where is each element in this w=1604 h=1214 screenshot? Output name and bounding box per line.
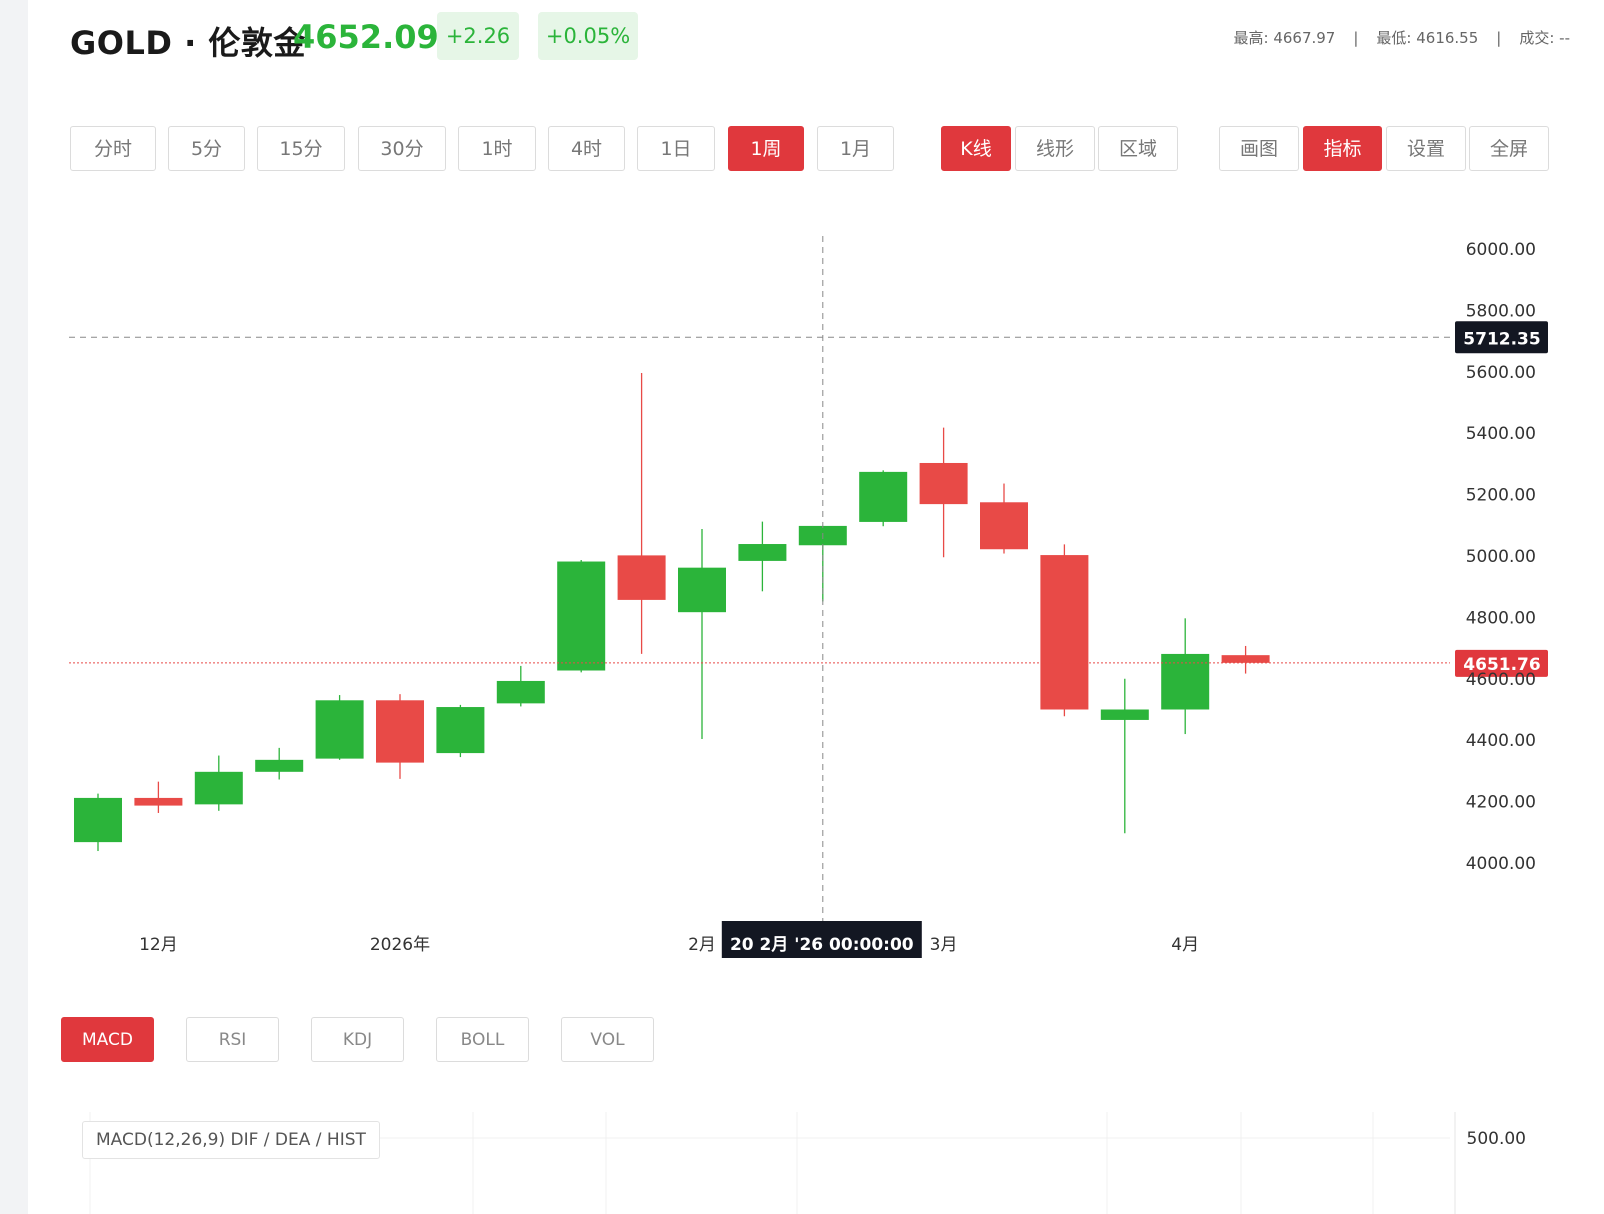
candle-down	[1221, 645, 1270, 674]
candle-body	[496, 680, 545, 704]
y-axis-tick-label: 5800.00	[1466, 301, 1536, 321]
candle-up	[74, 793, 122, 852]
candle-down	[617, 373, 666, 654]
candle-body	[1100, 709, 1149, 720]
candle-up	[436, 704, 485, 758]
candle-down	[376, 694, 424, 779]
crosshair-price-label: 5712.35	[1463, 329, 1540, 349]
y-axis-tick-label: 6000.00	[1466, 240, 1536, 260]
candle-body	[617, 555, 666, 600]
x-axis-tick-label: 2026年	[370, 935, 430, 955]
candle-body	[919, 462, 968, 505]
macd-axis-tick-label: 500.00	[1467, 1129, 1526, 1149]
candle-body	[255, 759, 304, 772]
y-axis-tick-label: 4000.00	[1466, 854, 1536, 874]
indicator-tab-macd[interactable]: MACD	[61, 1017, 154, 1062]
candle-body	[376, 700, 424, 763]
candle-down	[1040, 544, 1089, 717]
candle-up	[1161, 618, 1210, 735]
candle-body	[980, 502, 1028, 550]
y-axis-tick-label: 4400.00	[1466, 731, 1536, 751]
indicator-tab-vol[interactable]: VOL	[561, 1017, 654, 1062]
candle-up	[557, 559, 606, 673]
candles	[74, 373, 1270, 852]
x-axis-tick-label: 4月	[1171, 935, 1199, 955]
candle-body	[859, 471, 908, 522]
indicator-tab-kdj[interactable]: KDJ	[311, 1017, 404, 1062]
candle-body	[194, 771, 243, 805]
crosshair-time-label: 20 2月 '26 00:00:00	[730, 935, 914, 955]
candle-up	[738, 521, 787, 592]
candle-body	[678, 567, 726, 613]
x-axis-tick-label: 12月	[139, 935, 178, 955]
candle-body	[1040, 555, 1089, 710]
candle-up	[255, 747, 304, 780]
candle-up	[678, 528, 726, 739]
candle-body	[436, 707, 485, 754]
y-axis-tick-label: 5400.00	[1466, 424, 1536, 444]
candle-down	[134, 781, 183, 813]
candle-up	[315, 695, 364, 760]
y-axis-tick-label: 5000.00	[1466, 547, 1536, 567]
candle-up	[496, 665, 545, 707]
macd-legend: MACD(12,26,9) DIF / DEA / HIST	[82, 1121, 380, 1159]
candle-up	[859, 470, 908, 527]
y-axis-tick-label: 5200.00	[1466, 486, 1536, 506]
x-axis-tick-label: 2月	[688, 935, 716, 955]
candle-down	[980, 483, 1028, 554]
y-axis-tick-label: 4800.00	[1466, 608, 1536, 628]
candle-body	[74, 797, 122, 843]
candle-body	[134, 797, 183, 806]
x-axis-tick-label: 3月	[930, 935, 958, 955]
chart-overlays: 4651.765712.3520 2月 '26 00:00:00	[69, 236, 1548, 958]
candle-up	[1100, 678, 1149, 834]
indicator-tab-rsi[interactable]: RSI	[186, 1017, 279, 1062]
candle-body	[315, 700, 364, 759]
candle-body	[557, 561, 606, 671]
candle-body	[1161, 653, 1210, 710]
indicator-tab-boll[interactable]: BOLL	[436, 1017, 529, 1062]
candle-down	[919, 427, 968, 558]
axis-labels: 4000.00 4200.00 4400.00 4600.00 4800.00 5000.…	[139, 240, 1536, 1149]
y-axis-tick-label: 5600.00	[1466, 363, 1536, 383]
candle-body	[1221, 655, 1270, 663]
y-axis-tick-label: 4600.00	[1466, 670, 1536, 690]
y-axis-tick-label: 4200.00	[1466, 793, 1536, 813]
candle-up	[194, 755, 243, 811]
candle-body	[738, 544, 787, 561]
